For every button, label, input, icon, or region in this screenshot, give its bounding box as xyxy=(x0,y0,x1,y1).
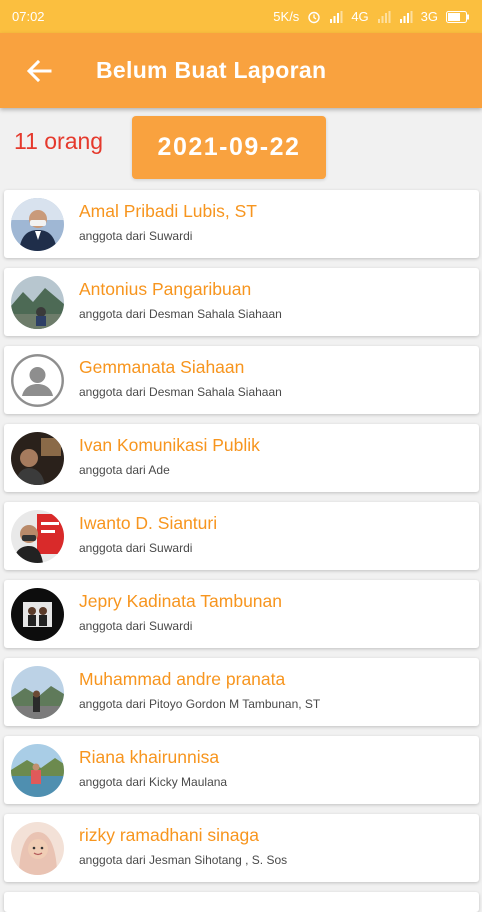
app-bar: Belum Buat Laporan xyxy=(0,33,482,108)
status-bar: 07:02 5K/s 4G 3G xyxy=(0,0,482,33)
summary-row: 11 orang 2021-09-22 xyxy=(0,108,482,188)
member-supervisor: anggota dari Desman Sahala Siahaan xyxy=(79,385,282,399)
default-avatar xyxy=(11,354,64,407)
member-supervisor: anggota dari Jesman Sihotang , S. Sos xyxy=(79,853,288,867)
member-card[interactable]: Amal Pribadi Lubis, ST anggota dari Suwa… xyxy=(4,190,479,258)
member-supervisor: anggota dari Desman Sahala Siahaan xyxy=(79,307,282,321)
member-name: Jepry Kadinata Tambunan xyxy=(79,591,283,611)
member-supervisor: anggota dari Ade xyxy=(79,463,170,477)
avatar xyxy=(11,666,64,719)
member-card[interactable]: rizky ramadhani sinaga anggota dari Jesm… xyxy=(4,814,479,882)
member-supervisor: anggota dari Suwardi xyxy=(79,619,193,633)
member-name: Amal Pribadi Lubis, ST xyxy=(79,201,257,221)
avatar xyxy=(11,198,64,251)
page-title: Belum Buat Laporan xyxy=(96,57,327,83)
status-icons: 5K/s 4G 3G xyxy=(273,9,470,24)
signal-icon-2 xyxy=(377,10,391,23)
member-name: rizky ramadhani sinaga xyxy=(79,825,259,845)
date-picker-button[interactable]: 2021-09-22 xyxy=(132,116,326,179)
member-card[interactable]: Jepry Kadinata Tambunan anggota dari Suw… xyxy=(4,580,479,648)
avatar xyxy=(11,744,64,797)
alarm-icon xyxy=(308,11,321,23)
avatar xyxy=(11,276,64,329)
avatar xyxy=(11,822,64,875)
member-supervisor: anggota dari Pitoyo Gordon M Tambunan, S… xyxy=(79,697,321,711)
network-speed: 5K/s xyxy=(273,9,300,24)
avatar xyxy=(11,510,64,563)
member-name: Muhammad andre pranata xyxy=(79,669,286,689)
member-supervisor: anggota dari Suwardi xyxy=(79,229,193,243)
status-time: 07:02 xyxy=(12,9,45,24)
member-name: Ivan Komunikasi Publik xyxy=(79,435,260,455)
member-card[interactable]: Antonius Pangaribuan anggota dari Desman… xyxy=(4,268,479,336)
avatar xyxy=(11,588,64,641)
member-card[interactable]: Gemmanata Siahaan anggota dari Desman Sa… xyxy=(4,346,479,414)
signal-icon-3 xyxy=(399,10,413,23)
member-card[interactable]: Riana khairunnisa anggota dari Kicky Mau… xyxy=(4,736,479,804)
network-type-1: 4G xyxy=(351,9,369,24)
arrow-left-icon xyxy=(26,59,52,82)
member-card-partial[interactable] xyxy=(4,892,479,912)
battery-icon xyxy=(446,10,469,23)
member-name: Gemmanata Siahaan xyxy=(79,357,245,377)
member-supervisor: anggota dari Suwardi xyxy=(79,541,193,555)
member-name: Riana khairunnisa xyxy=(79,747,220,767)
member-card[interactable]: Iwanto D. Sianturi anggota dari Suwardi xyxy=(4,502,479,570)
member-card[interactable]: Muhammad andre pranata anggota dari Pito… xyxy=(4,658,479,726)
member-card[interactable]: Ivan Komunikasi Publik anggota dari Ade xyxy=(4,424,479,492)
member-name: Iwanto D. Sianturi xyxy=(79,513,218,533)
member-name: Antonius Pangaribuan xyxy=(79,279,252,299)
member-count: 11 orang xyxy=(14,128,104,154)
member-supervisor: anggota dari Kicky Maulana xyxy=(79,775,228,789)
back-button[interactable] xyxy=(24,56,54,86)
network-type-2: 3G xyxy=(420,9,438,24)
avatar xyxy=(11,432,64,485)
signal-icon xyxy=(330,10,343,23)
